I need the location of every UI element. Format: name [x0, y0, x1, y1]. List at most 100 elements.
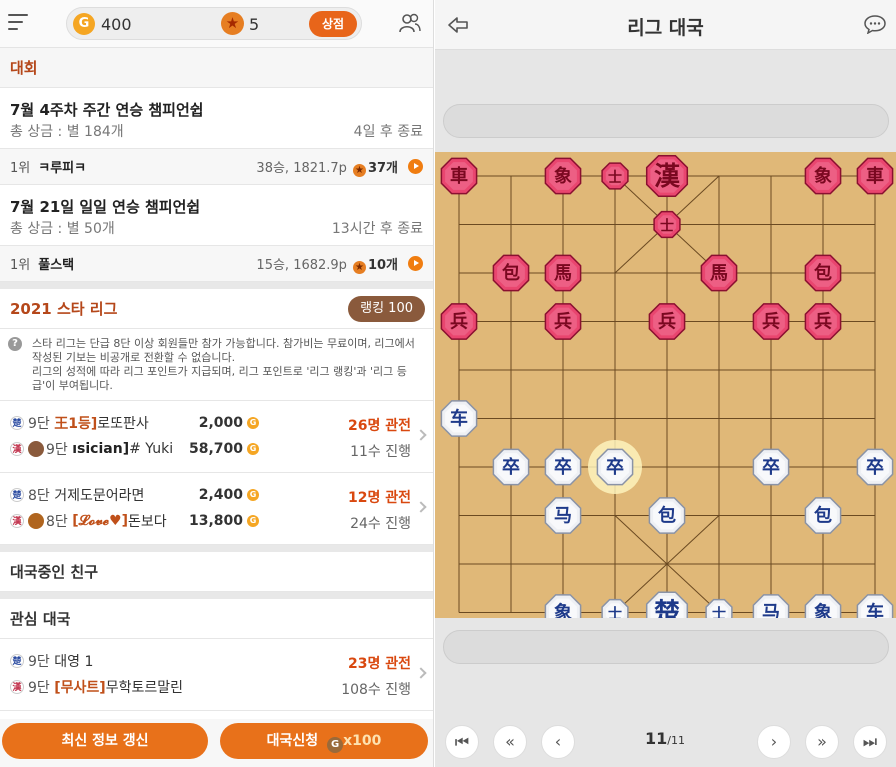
game-viewer-panel: 리그 대국 車象士漢象車士包馬馬包兵兵兵兵兵车卒卒卒卒卒马包包象士楚士马象车 ⏮… — [435, 0, 896, 767]
piece-label: 兵 — [450, 312, 468, 333]
chevron-right-icon — [415, 501, 427, 513]
cho-piece[interactable]: 车 — [856, 594, 894, 631]
lobby-panel: G 400 ★ 5 상점 대회 7월 4주차 주간 연승 챔피언쉽 총 상금 :… — [0, 0, 434, 767]
chat-icon[interactable] — [864, 14, 886, 34]
han-piece[interactable]: 兵 — [648, 303, 686, 340]
piece-label: 象 — [554, 165, 572, 187]
viewer-title: 리그 대국 — [627, 17, 704, 39]
cho-piece[interactable]: 士 — [705, 598, 733, 627]
request-cost: x100 — [343, 733, 382, 749]
tournament-leader-row[interactable]: 1위 풀스택 15승, 1682.9p ★ 10개 — [0, 246, 433, 282]
player-name: # Yuki — [129, 441, 174, 457]
currency-bar: G 400 ★ 5 상점 — [66, 7, 362, 40]
han-piece[interactable]: 車 — [440, 157, 478, 195]
cho-piece[interactable]: 包 — [804, 497, 842, 534]
leader-rank: 1위 — [10, 161, 31, 176]
tournament-card[interactable]: 7월 4주차 주간 연승 챔피언쉽 총 상금 : 별 184개 4일 후 종료 — [0, 88, 433, 149]
piece-label: 馬 — [710, 263, 728, 284]
cho-piece[interactable]: 象 — [544, 594, 582, 631]
cho-piece[interactable]: 楚 — [645, 591, 689, 634]
refresh-label: 최신 정보 갱신 — [61, 733, 149, 749]
request-game-button[interactable]: 대국신청 Gx100 — [220, 723, 428, 759]
piece-label: 卒 — [762, 456, 780, 478]
cho-piece[interactable]: 卒 — [752, 448, 790, 486]
board-grid: 車象士漢象車士包馬馬包兵兵兵兵兵车卒卒卒卒卒马包包象士楚士马象车 — [440, 154, 894, 634]
friends-playing-title[interactable]: 대국중인 친구 — [0, 552, 433, 592]
han-side-icon: 漢 — [10, 514, 24, 528]
han-piece[interactable]: 馬 — [700, 254, 738, 292]
piece-label: 士 — [712, 606, 726, 619]
menu-icon[interactable] — [8, 14, 28, 32]
player-line: 楚 8단 거제도문어라면 — [10, 484, 144, 506]
cho-piece[interactable]: 卒 — [544, 448, 582, 486]
piece-label: 車 — [450, 165, 468, 187]
cho-piece[interactable]: 马 — [752, 594, 790, 631]
player-name: 로또판사 — [97, 416, 149, 432]
cho-piece[interactable]: 马 — [544, 497, 582, 534]
han-piece[interactable]: 士 — [653, 210, 681, 239]
han-piece[interactable]: 馬 — [544, 254, 582, 292]
piece-label: 象 — [814, 165, 832, 187]
janggi-board[interactable]: 車象士漢象車士包馬馬包兵兵兵兵兵车卒卒卒卒卒马包包象士楚士马象车 — [435, 152, 896, 634]
cho-piece[interactable]: 卒 — [588, 440, 642, 494]
han-piece[interactable]: 車 — [856, 157, 894, 195]
piece-label: 車 — [866, 165, 884, 187]
piece-label: 士 — [660, 218, 674, 235]
han-piece[interactable]: 包 — [492, 254, 530, 292]
ranking-button[interactable]: 랭킹 100 — [348, 295, 425, 322]
cho-piece[interactable]: 卒 — [492, 448, 530, 486]
prev-move-icon[interactable]: ‹ — [541, 725, 575, 759]
play-icon[interactable] — [408, 159, 423, 174]
friends-icon[interactable] — [399, 13, 421, 33]
player-gold: 58,700 — [188, 441, 243, 457]
rewind-icon[interactable]: « — [493, 725, 527, 759]
first-move-icon[interactable]: ⏮ — [445, 725, 479, 759]
next-move-icon[interactable]: › — [757, 725, 791, 759]
han-piece[interactable]: 兵 — [440, 303, 478, 340]
viewer-top-bar: 리그 대국 — [435, 0, 896, 50]
player-rank: 9단 — [28, 654, 50, 670]
play-icon[interactable] — [408, 256, 423, 271]
refresh-button[interactable]: 최신 정보 갱신 — [2, 723, 208, 759]
cho-piece[interactable]: 象 — [804, 594, 842, 631]
cho-piece[interactable]: 车 — [440, 400, 478, 437]
player-tag: 王1등] — [54, 416, 98, 432]
cho-piece[interactable]: 士 — [601, 598, 629, 627]
han-piece[interactable]: 士 — [601, 162, 629, 190]
fast-forward-icon[interactable]: » — [805, 725, 839, 759]
league-game-row[interactable]: 楚 8단 거제도문어라면 2,400 G 漢 8단 [𝓛𝓸𝓿𝓮♥] 돈보다 13,8… — [0, 473, 433, 545]
piece-label: 士 — [608, 606, 622, 619]
player-tag: [𝓛𝓸𝓿𝓮♥] — [72, 513, 129, 529]
player-name: 거제도문어라면 — [54, 488, 145, 504]
star-count: 5 — [249, 15, 260, 34]
league-game-row[interactable]: 楚 9단 王1등] 로또판사 2,000 G 漢 9단 ısician] # Yuki… — [0, 401, 433, 473]
chevron-right-icon — [415, 667, 427, 679]
cho-piece[interactable]: 包 — [648, 497, 686, 534]
top-bar: G 400 ★ 5 상점 — [0, 0, 433, 48]
cho-side-icon: 楚 — [10, 654, 24, 668]
player-name: 돈보다 — [128, 514, 167, 530]
interest-game-row[interactable]: 楚 9단 대영 1 漢 9단 [무사트] 무학토르말린 23명 관전 108수 진… — [0, 639, 433, 711]
han-piece[interactable]: 包 — [804, 254, 842, 292]
piece-label: 马 — [762, 603, 780, 619]
han-piece[interactable]: 象 — [804, 157, 842, 195]
move-counter: 11/11 — [635, 729, 695, 748]
player-name: 무학토르말린 — [105, 680, 183, 696]
han-piece[interactable]: 兵 — [544, 303, 582, 340]
han-piece[interactable]: 兵 — [804, 303, 842, 340]
last-move-icon[interactable]: ⏭ — [853, 725, 887, 759]
leader-stats: 38승, 1821.7p — [256, 161, 347, 176]
cho-piece[interactable]: 卒 — [856, 448, 894, 486]
coin-icon: G — [247, 515, 259, 527]
tournament-leader-row[interactable]: 1위 ㅋ루피ㅋ 38승, 1821.7p ★ 37개 — [0, 149, 433, 185]
tournament-card[interactable]: 7월 21일 일일 연승 챔피언쉽 총 상금 : 별 50개 13시간 후 종료 — [0, 185, 433, 246]
watchers-count: 23명 관전 — [348, 656, 411, 672]
piece-label: 卒 — [502, 456, 520, 478]
coin-icon: G — [247, 417, 259, 429]
han-piece[interactable]: 象 — [544, 157, 582, 195]
coin-icon: G — [247, 443, 259, 455]
han-piece[interactable]: 兵 — [752, 303, 790, 340]
han-piece[interactable]: 漢 — [645, 154, 689, 198]
shop-button[interactable]: 상점 — [309, 11, 357, 37]
watchers-count: 12명 관전 — [348, 490, 411, 506]
